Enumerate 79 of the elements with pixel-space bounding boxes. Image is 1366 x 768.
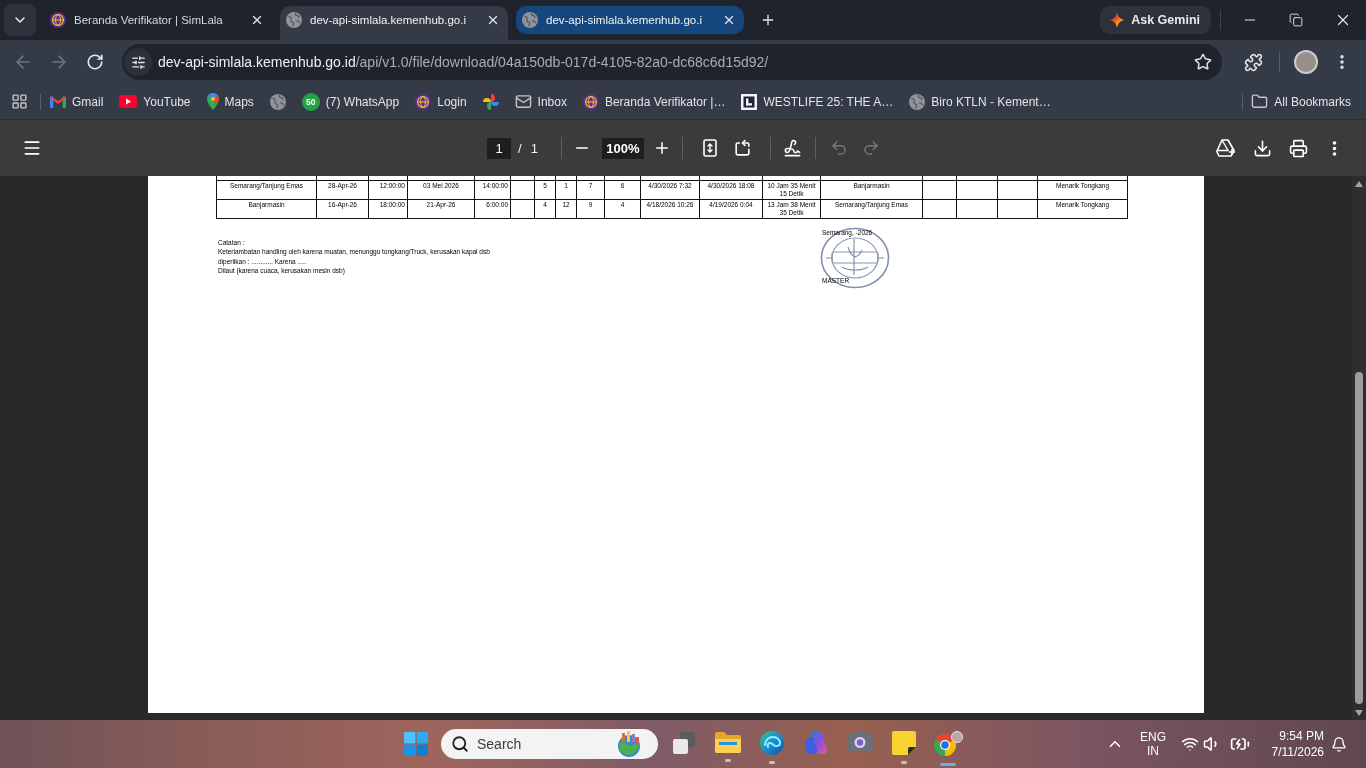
close-icon[interactable] [250, 13, 264, 27]
browser-icon[interactable] [760, 731, 784, 755]
download-icon[interactable] [1252, 138, 1272, 158]
close-icon[interactable] [486, 13, 500, 27]
bookmark[interactable]: Maps [198, 87, 262, 116]
bookmark[interactable]: Inbox [506, 87, 575, 116]
table-cell [997, 180, 1038, 199]
table-cell [997, 199, 1038, 218]
reload-icon[interactable] [86, 53, 104, 71]
page-separator-text: / [518, 140, 522, 156]
menu-icon[interactable] [22, 138, 42, 158]
print-icon[interactable] [1288, 138, 1308, 158]
notification-bell-icon[interactable] [1331, 735, 1347, 753]
clock[interactable]: 9:54 PM 7/11/2026 [1264, 728, 1324, 760]
tab-list-button[interactable] [4, 4, 36, 36]
scrollbar-thumb[interactable] [1355, 372, 1363, 704]
sparkle-icon [1109, 12, 1126, 28]
scroll-down-icon[interactable] [1355, 710, 1363, 716]
map-pin-icon [206, 93, 219, 110]
address-bar[interactable]: dev-api-simlala.kemenhub.go.id/api/v1.0/file/download/04a150db-017d-4105-82a0-dc68c6d15d92/ [122, 44, 1222, 80]
table-cell [956, 199, 998, 218]
m-logo-icon [50, 95, 66, 108]
page-number-field[interactable]: 1 [487, 137, 512, 159]
browser-icon[interactable] [933, 731, 963, 757]
folder-icon[interactable] [715, 731, 741, 753]
zoom-level-field[interactable]: 100% [601, 137, 644, 159]
folder-icon [1251, 93, 1269, 110]
rotate-icon[interactable] [733, 138, 753, 158]
unread-count-badge: 50 [301, 92, 320, 111]
sticky-note-icon[interactable] [892, 731, 916, 755]
table-cell [510, 180, 535, 199]
start-icon[interactable] [404, 732, 428, 756]
table-cell [922, 199, 957, 218]
globe-icon[interactable] [269, 93, 286, 110]
search-icon [451, 735, 469, 753]
pinwheel-icon[interactable] [482, 93, 499, 110]
extensions-icon[interactable] [1243, 52, 1263, 72]
seal-stamp-icon [820, 226, 890, 289]
wifi-icon[interactable] [1181, 735, 1199, 753]
bookmark[interactable]: Gmail [42, 87, 112, 116]
all-bookmarks-button[interactable]: All Bookmarks [1243, 87, 1361, 116]
search-field[interactable]: Search [441, 729, 658, 759]
page-count-text: 1 [530, 140, 538, 156]
task-view-icon[interactable] [672, 731, 696, 755]
bookmark[interactable]: Biro KTLN - Kement… [901, 87, 1059, 116]
envelope-icon [514, 93, 532, 110]
restore-icon[interactable] [1289, 13, 1303, 27]
language-button[interactable]: ENG IN [1137, 730, 1169, 758]
bookmark[interactable]: Beranda Verifikator |… [574, 87, 734, 116]
scroll-up-icon[interactable] [1355, 181, 1363, 187]
seal-logo-icon [582, 93, 599, 110]
table-cell [956, 180, 998, 199]
seal-logo-icon [415, 93, 432, 110]
play-button-icon [119, 95, 138, 108]
bookmark[interactable]: YouTube [111, 87, 199, 116]
browser-tab[interactable]: dev-api-simlala.kemenhub.go.i [516, 6, 744, 34]
bookmark[interactable]: WESTLIFE 25: THE A… [733, 87, 902, 116]
globe-icon [522, 12, 538, 28]
browser-tab[interactable]: dev-api-simlala.kemenhub.go.i [280, 6, 508, 40]
table-cell [510, 199, 535, 218]
close-icon[interactable] [722, 13, 736, 27]
apps-grid-icon[interactable] [11, 93, 28, 110]
globe-icon [286, 12, 302, 28]
camera-icon[interactable] [847, 731, 873, 751]
fit-page-icon[interactable] [702, 139, 717, 157]
star-icon[interactable] [1194, 53, 1212, 71]
bookmark[interactable]: 50 (7) WhatsApp [293, 87, 408, 116]
bookmark[interactable]: Login [407, 87, 475, 116]
seal-logo-icon [50, 12, 66, 28]
scrollbar[interactable] [1352, 176, 1366, 720]
table-cell [922, 180, 957, 199]
signature-icon[interactable] [783, 138, 803, 158]
triangle-plus-icon[interactable] [1216, 139, 1236, 157]
square-logo-icon [741, 93, 758, 110]
ask-gemini-button[interactable]: Ask Gemini [1100, 6, 1211, 34]
avatar-icon[interactable] [1294, 50, 1318, 74]
globe-icon [909, 93, 926, 110]
browser-tab[interactable]: Beranda Verifikator | SimLala [44, 6, 272, 34]
site-settings-icon[interactable] [124, 48, 152, 76]
